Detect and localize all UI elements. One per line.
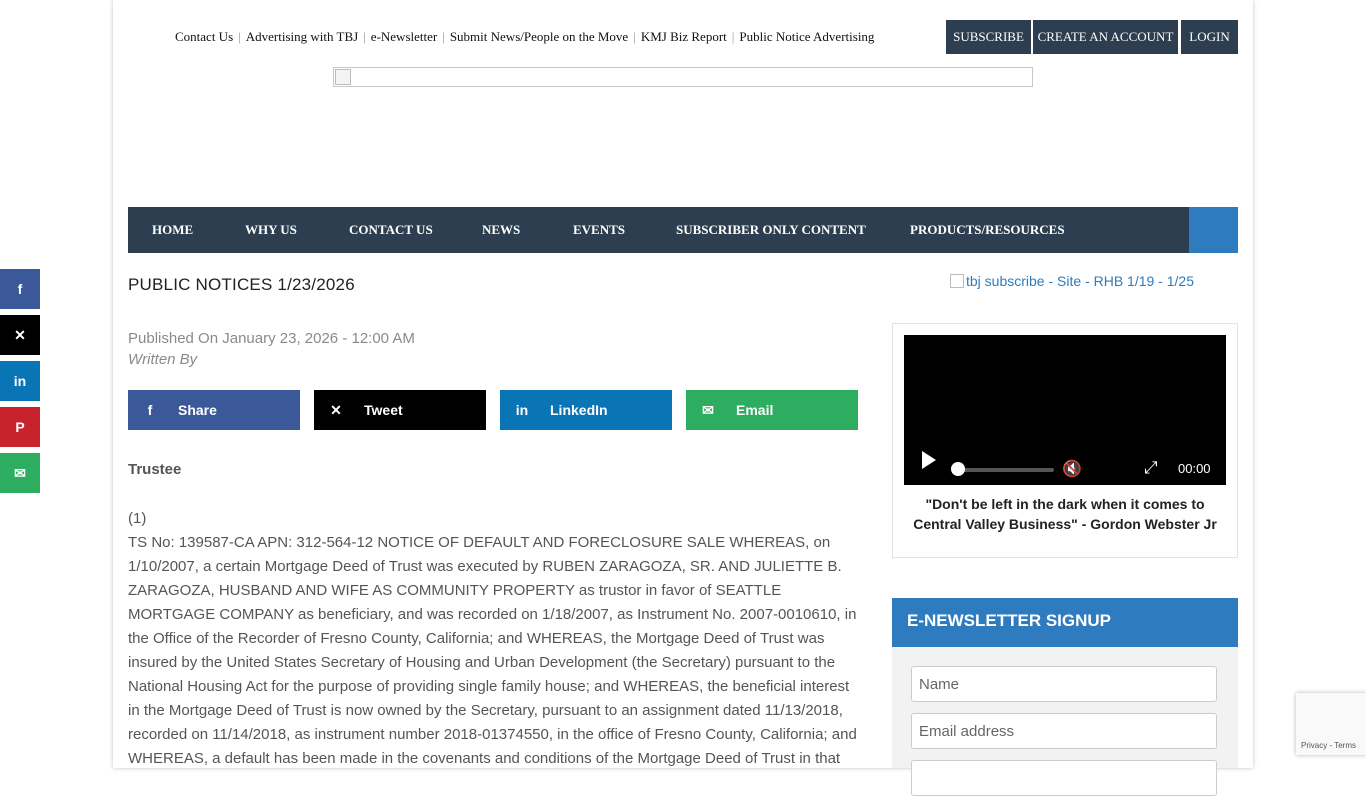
recaptcha-privacy-link[interactable]: Privacy <box>1301 741 1327 750</box>
video-progress-track[interactable] <box>957 468 1054 472</box>
article-body: TS No: 139587-CA APN: 312-564-12 NOTICE … <box>128 534 857 767</box>
video-player[interactable]: 🔇 ⤢ 00:00 <box>904 335 1226 485</box>
sidebar-ad-image[interactable]: tbj subscribe - Site - RHB 1/19 - 1/25 <box>950 273 1194 289</box>
share-x-label: Tweet <box>364 402 403 418</box>
linkedin-icon: in <box>13 373 27 389</box>
create-account-button[interactable]: CREATE AN ACCOUNT <box>1033 20 1178 54</box>
top-link-enewsletter[interactable]: e-Newsletter <box>371 29 437 44</box>
share-linkedin-label: LinkedIn <box>550 402 608 418</box>
x-icon: ✕ <box>14 327 26 343</box>
top-link-kmj-biz-report[interactable]: KMJ Biz Report <box>641 29 727 44</box>
name-input[interactable] <box>911 666 1217 702</box>
nav-search-button[interactable] <box>1189 207 1238 253</box>
share-x-button[interactable]: ✕ Tweet <box>314 390 486 430</box>
share-email-label: Email <box>736 402 774 418</box>
article-title: PUBLIC NOTICES 1/23/2026 <box>128 275 355 294</box>
broken-image-icon <box>335 69 351 85</box>
share-facebook-button[interactable]: f Share <box>128 390 300 430</box>
linkedin-icon: in <box>515 402 529 418</box>
top-link-submit-news[interactable]: Submit News/People on the Move <box>450 29 628 44</box>
nav-events[interactable]: EVENTS <box>573 207 625 253</box>
facebook-icon: f <box>147 402 153 418</box>
video-widget: 🔇 ⤢ 00:00 "Don't be left in the dark whe… <box>892 323 1238 558</box>
rail-facebook-button[interactable]: f <box>0 269 40 309</box>
newsletter-header: E-NEWSLETTER SIGNUP <box>892 598 1238 647</box>
third-input[interactable] <box>911 760 1217 796</box>
video-progress-handle[interactable] <box>951 462 965 476</box>
main-nav: HOME WHY US CONTACT US NEWS EVENTS SUBSC… <box>128 207 1238 253</box>
notice-number: (1) <box>128 510 147 527</box>
x-icon: ✕ <box>330 402 342 418</box>
written-by: Written By <box>128 351 198 368</box>
email-icon: ✉ <box>14 465 26 481</box>
page-container: Contact Us | Advertising with TBJ | e-Newsle… <box>113 0 1253 796</box>
top-link-public-notice-advertising[interactable]: Public Notice Advertising <box>739 29 874 44</box>
recaptcha-terms-link[interactable]: Terms <box>1334 741 1356 750</box>
top-link-advertising[interactable]: Advertising with TBJ <box>246 29 358 44</box>
rail-x-button[interactable]: ✕ <box>0 315 40 355</box>
ad-alt-text: tbj subscribe - Site - RHB 1/19 - 1/25 <box>966 273 1194 289</box>
share-linkedin-button[interactable]: in LinkedIn <box>500 390 672 430</box>
nav-contact-us[interactable]: CONTACT US <box>349 207 433 253</box>
published-date: Published On January 23, 2026 - 12:00 AM <box>128 330 415 347</box>
rail-email-button[interactable]: ✉ <box>0 453 40 493</box>
rail-linkedin-button[interactable]: in <box>0 361 40 401</box>
play-icon[interactable] <box>922 451 936 469</box>
top-link-contact-us[interactable]: Contact Us <box>175 29 233 44</box>
recaptcha-badge[interactable]: Privacy - Terms <box>1296 693 1366 755</box>
email-icon: ✉ <box>702 402 714 418</box>
email-input[interactable] <box>911 713 1217 749</box>
top-links: Contact Us | Advertising with TBJ | e-Newsle… <box>175 29 875 44</box>
pinterest-icon: P <box>15 419 25 435</box>
video-quote: "Don't be left in the dark when it comes… <box>913 496 1217 532</box>
share-email-button[interactable]: ✉ Email <box>686 390 858 430</box>
video-time: 00:00 <box>1178 461 1211 476</box>
share-facebook-label: Share <box>178 402 217 418</box>
fullscreen-icon[interactable]: ⤢ <box>1144 458 1158 478</box>
header-banner-image[interactable] <box>333 67 1033 87</box>
nav-home[interactable]: HOME <box>152 207 193 253</box>
facebook-icon: f <box>17 281 23 297</box>
nav-subscriber-only-content[interactable]: SUBSCRIBER ONLY CONTENT <box>676 207 866 253</box>
newsletter-title: E-NEWSLETTER SIGNUP <box>907 611 1112 630</box>
section-heading: Trustee <box>128 461 182 478</box>
broken-image-icon <box>950 274 964 288</box>
nav-news[interactable]: NEWS <box>482 207 520 253</box>
newsletter-signup: E-NEWSLETTER SIGNUP <box>892 598 1238 796</box>
subscribe-button[interactable]: SUBSCRIBE <box>946 20 1031 54</box>
nav-why-us[interactable]: WHY US <box>245 207 297 253</box>
rail-pinterest-button[interactable]: P <box>0 407 40 447</box>
login-button[interactable]: LOGIN <box>1181 20 1238 54</box>
mute-icon[interactable]: 🔇 <box>1062 459 1082 479</box>
nav-products-resources[interactable]: PRODUCTS/RESOURCES <box>910 207 1065 253</box>
